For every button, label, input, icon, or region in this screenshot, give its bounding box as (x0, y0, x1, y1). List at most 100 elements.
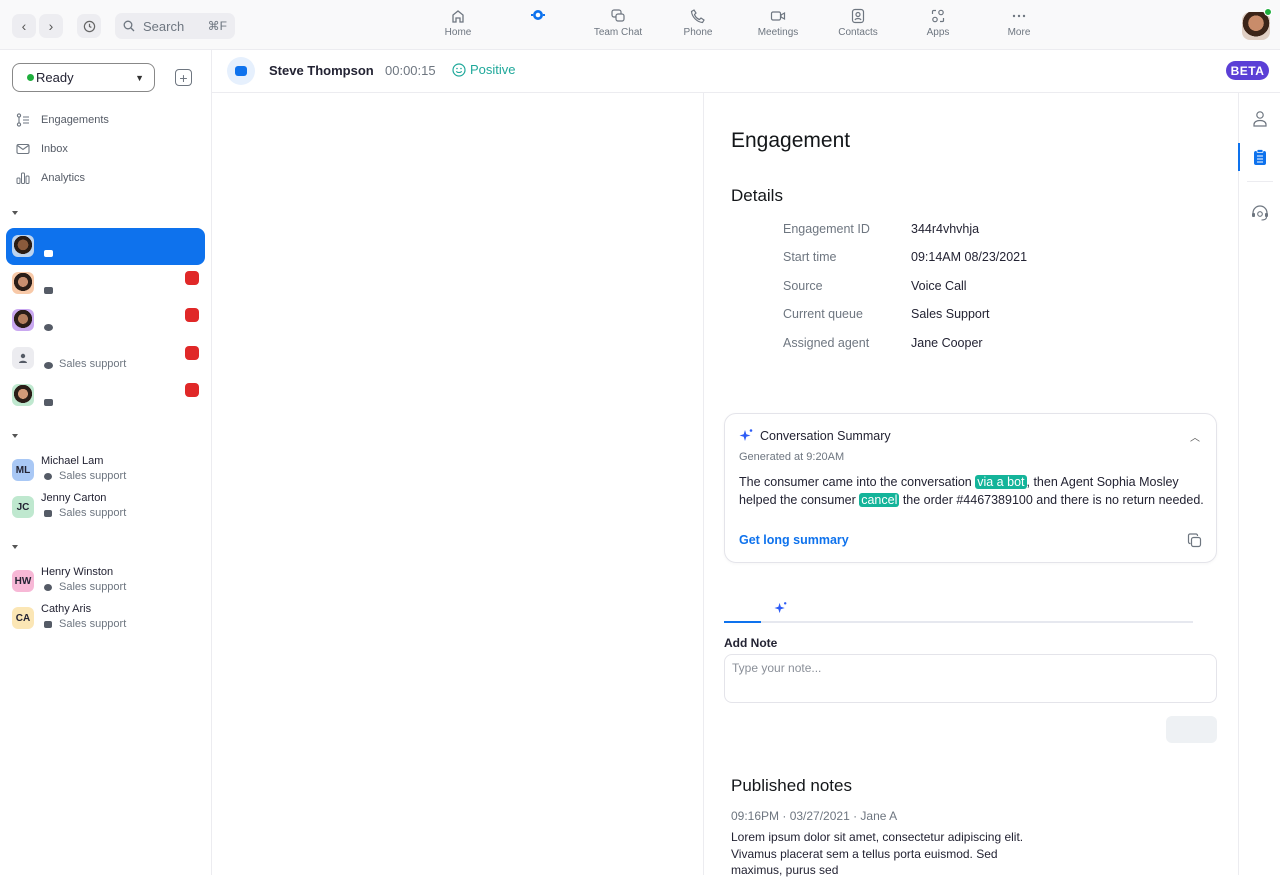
copy-icon[interactable] (1187, 533, 1202, 548)
contact-item[interactable]: JC Jenny Carton Sales support (12, 492, 202, 528)
nav-contacts[interactable]: Contacts (818, 8, 898, 38)
chevron-up-icon[interactable]: ︿ (1190, 429, 1200, 444)
nav-home[interactable]: Home (418, 8, 498, 38)
note-input[interactable] (724, 654, 1217, 703)
apps-icon (931, 9, 945, 23)
engagement-item[interactable] (6, 228, 205, 265)
nav-phone[interactable]: Phone (658, 8, 738, 38)
engagement-item[interactable] (6, 265, 205, 302)
queue-label: Sales support (59, 507, 127, 519)
person-icon (1253, 110, 1267, 127)
back-button[interactable]: ‹ (12, 14, 36, 38)
history-icon (83, 20, 95, 32)
queue-label: Sales support (59, 470, 127, 482)
team-chat-icon (611, 9, 625, 22)
get-long-summary-link[interactable]: Get long summary (739, 533, 849, 547)
engagement-item[interactable] (6, 377, 205, 414)
highlight-tag[interactable]: via a bot (975, 475, 1027, 489)
contact-item[interactable]: ML Michael Lam Sales support (12, 455, 202, 491)
chat-icon (235, 66, 247, 76)
sms-icon (44, 584, 52, 591)
note-tabs (724, 598, 1193, 623)
online-status-dot (1264, 8, 1272, 16)
collapse-caret-icon[interactable] (12, 434, 18, 438)
pane-divider (703, 93, 704, 875)
nav-meetings[interactable]: Meetings (738, 8, 818, 38)
ai-sparkle-icon (739, 429, 753, 441)
plus-icon: + (179, 69, 188, 86)
unread-badge (185, 346, 199, 360)
avatar (12, 272, 34, 294)
sentiment-indicator: Positive (452, 62, 516, 77)
status-label: Ready (36, 70, 74, 85)
headset-icon (1252, 205, 1268, 221)
note-body: Lorem ipsum dolor sit amet, consectetur … (731, 830, 1024, 877)
summary-text: The consumer came into the conversation … (739, 475, 1204, 507)
sidebar-item-analytics[interactable]: Analytics (16, 171, 85, 185)
sidebar-item-engagements[interactable]: Engagements (16, 113, 109, 127)
home-icon (452, 10, 464, 23)
summary-generated-time: Generated at 9:20AM (739, 451, 845, 463)
sidebar-item-inbox[interactable]: Inbox (16, 142, 68, 156)
meetings-icon (770, 11, 786, 21)
chat-icon (44, 621, 52, 628)
search-input[interactable]: Search ⌘F (115, 13, 235, 39)
nav-apps[interactable]: Apps (898, 8, 978, 38)
sms-icon (44, 362, 53, 369)
avatar: ML (12, 459, 34, 481)
engagement-tab[interactable] (1251, 148, 1269, 166)
sms-icon (44, 324, 53, 331)
tab-notes[interactable] (724, 621, 761, 623)
forward-button[interactable]: › (39, 14, 63, 38)
add-button[interactable]: + (175, 69, 192, 86)
agent-status-select[interactable]: Ready ▼ (12, 63, 155, 92)
nav-team-chat[interactable]: Team Chat (578, 8, 658, 38)
history-button[interactable] (77, 14, 101, 38)
unread-badge (185, 308, 199, 322)
unread-badge (185, 383, 199, 397)
beta-badge: BETA (1226, 61, 1269, 80)
avatar: CA (12, 607, 34, 629)
search-placeholder: Search (143, 18, 185, 34)
analytics-icon (16, 171, 30, 185)
collapse-caret-icon[interactable] (12, 545, 18, 549)
avatar (12, 384, 34, 406)
add-note-label: Add Note (724, 636, 778, 650)
engagement-item[interactable]: Sales support (6, 340, 205, 377)
more-icon (1012, 14, 1026, 18)
nav-more[interactable]: More (979, 8, 1059, 38)
highlight-tag[interactable]: cancel (859, 493, 900, 507)
nav-contact-center[interactable] (498, 8, 578, 27)
phone-icon (690, 9, 705, 24)
inbox-icon (16, 142, 30, 156)
contacts-icon (851, 8, 865, 24)
contact-item[interactable]: CA Cathy Aris Sales support (12, 603, 202, 639)
engagements-icon (16, 113, 30, 127)
queue-label: Sales support (59, 618, 127, 630)
customer-name: Steve Thompson (269, 63, 374, 78)
clipboard-icon (1254, 148, 1266, 165)
panel-title: Engagement (731, 129, 851, 152)
agent-assist-tab[interactable] (1251, 204, 1269, 222)
person-icon (19, 353, 27, 363)
publish-note-button[interactable] (1166, 716, 1217, 743)
note-meta: 09:16PM · 03/27/2021 · Jane A (731, 809, 898, 823)
engagement-item[interactable] (6, 302, 205, 339)
profile-tab[interactable] (1251, 109, 1269, 127)
top-bar: ‹ › Search ⌘F Home Team Chat Phone Meeti… (0, 0, 1280, 50)
collapse-caret-icon[interactable] (12, 211, 18, 215)
avatar (12, 309, 34, 331)
status-dot (27, 74, 34, 81)
user-avatar[interactable] (1242, 12, 1270, 40)
contact-name: Cathy Aris (41, 603, 92, 615)
search-shortcut: ⌘F (207, 19, 227, 33)
active-tab-indicator (1238, 143, 1240, 171)
conversation-summary-card: Conversation Summary ︿ Generated at 9:20… (724, 413, 1217, 563)
contact-name: Jenny Carton (41, 492, 107, 504)
contact-item[interactable]: HW Henry Winston Sales support (12, 566, 202, 602)
right-rail (1238, 93, 1280, 875)
ai-sparkle-icon[interactable] (774, 601, 788, 615)
sms-icon (44, 473, 52, 480)
chat-icon (44, 287, 53, 294)
contact-name: Michael Lam (41, 455, 104, 467)
